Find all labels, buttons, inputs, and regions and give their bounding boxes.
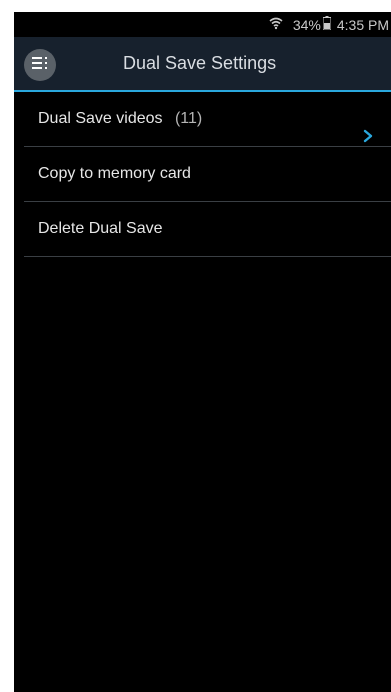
battery-icon bbox=[322, 16, 332, 33]
list-item-label: Delete Dual Save bbox=[38, 220, 163, 237]
battery-percent: 34% bbox=[292, 16, 321, 33]
list-item-label: Dual Save videos bbox=[38, 110, 163, 127]
app-screen: 34% 4:35 PM Dual Save Settings Dual Save… bbox=[14, 12, 391, 692]
menu-button[interactable] bbox=[24, 49, 56, 81]
dual-save-videos-item[interactable]: Dual Save videos (11) bbox=[24, 92, 391, 147]
chevron-right-icon bbox=[361, 112, 375, 143]
delete-dual-save-item[interactable]: Delete Dual Save bbox=[24, 202, 391, 257]
video-count: (11) bbox=[174, 110, 203, 127]
settings-list: Dual Save videos (11) Copy to memory car… bbox=[24, 92, 391, 257]
list-item-label: Copy to memory card bbox=[38, 165, 191, 182]
page-title: Dual Save Settings bbox=[123, 53, 277, 73]
status-time: 4:35 PM bbox=[336, 16, 389, 33]
app-bar: Dual Save Settings bbox=[14, 37, 391, 92]
status-bar: 34% 4:35 PM bbox=[14, 12, 391, 37]
copy-to-memory-card-item[interactable]: Copy to memory card bbox=[24, 147, 391, 202]
menu-icon bbox=[32, 56, 48, 74]
wifi-icon bbox=[269, 16, 283, 33]
